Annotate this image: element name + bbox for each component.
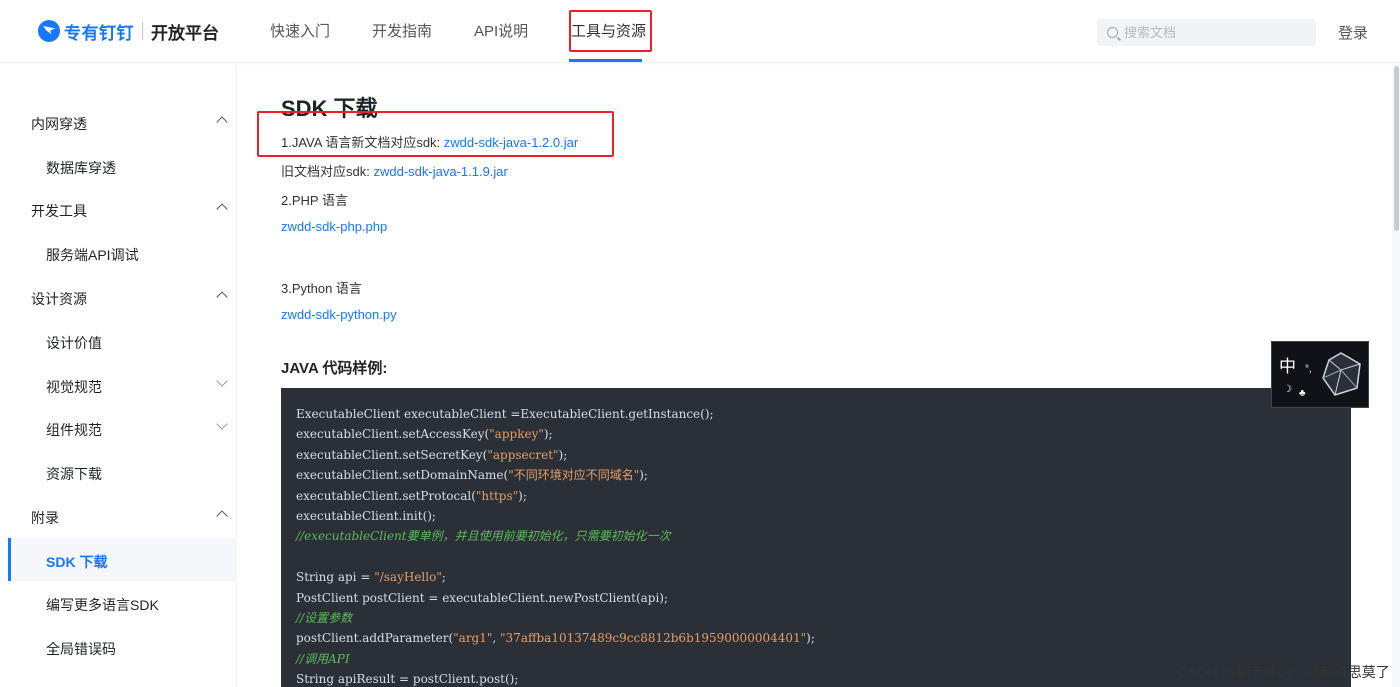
shirt-icon: ♣ [1299, 388, 1306, 399]
gem-skin-icon [1322, 352, 1361, 396]
code-string: "arg1" [453, 631, 493, 646]
code-line: postClient.addParameter("arg1", "37affba… [296, 628, 1336, 648]
brand-logo[interactable]: 专有钉钉 开放平台 [38, 18, 219, 44]
code-text: postClient.addParameter( [296, 631, 454, 646]
annotation-box-tools [569, 10, 652, 52]
top-header: 专有钉钉 开放平台 快速入门 开发指南 API说明 工具与资源 登录 [0, 0, 1400, 63]
dingtalk-logo-icon [38, 20, 60, 42]
code-comment: //executableClient要单例，并且使用前要初始化，只需要初始化一次 [296, 529, 671, 544]
sidebar-group-label: 附录 [31, 510, 59, 526]
chevron-down-icon [216, 418, 228, 430]
code-string: "appkey" [489, 427, 544, 442]
code-text: ); [806, 631, 815, 646]
ime-language-indicator: 中 [1279, 357, 1296, 377]
code-text: executableClient.setProtocal( [296, 488, 476, 503]
code-text: executableClient.setDomainName( [296, 468, 509, 483]
code-text: ); [558, 447, 568, 462]
code-comment: //设置参数 [296, 610, 353, 625]
code-line: ExecutableClient executableClient =Execu… [296, 407, 714, 421]
csdn-watermark: CSDN @郭老师的小迷弟雅思莫了 [1178, 664, 1390, 680]
search-box[interactable] [1097, 19, 1316, 46]
code-string: "https" [475, 488, 519, 503]
brand-name: 专有钉钉 [64, 23, 134, 43]
page-scrollbar-thumb[interactable] [1394, 66, 1399, 231]
search-input[interactable] [1124, 25, 1304, 40]
php-label: 2.PHP 语言 [281, 193, 348, 208]
code-text: String api = [296, 570, 375, 585]
code-sample-heading: JAVA 代码样例: [281, 360, 388, 377]
sidebar-item-visual-spec[interactable]: 视觉规范 [46, 375, 228, 397]
code-text: ); [518, 488, 527, 503]
moon-icon: ☽ [1283, 384, 1292, 395]
search-icon [1107, 27, 1118, 38]
code-string: "37affba10137489c9cc8812b6b1959000000440… [500, 631, 807, 646]
code-line: executableClient.setAccessKey("appkey"); [296, 424, 1336, 444]
chevron-up-icon [216, 510, 228, 522]
code-line: String api = "/sayHello"; [296, 567, 1336, 587]
java-old-sdk-link[interactable]: zwdd-sdk-java-1.1.9.jar [373, 164, 507, 179]
python-sdk-line: zwdd-sdk-python.py [281, 307, 397, 322]
sidebar-item-api-debug[interactable]: 服务端API调试 [46, 245, 226, 265]
code-line: executableClient.setSecretKey("appsecret… [296, 445, 1336, 465]
java-old-sdk-line: 旧文档对应sdk: zwdd-sdk-java-1.1.9.jar [281, 161, 508, 180]
sidebar: 内网穿透 数据库穿透 开发工具 服务端API调试 设计资源 设计价值 视觉规范 … [0, 64, 237, 687]
ime-floating-widget[interactable]: 中 °, ☽ ♣ [1271, 341, 1369, 408]
login-button[interactable]: 登录 [1338, 22, 1368, 43]
code-string: "不同环境对应不同域名" [508, 468, 640, 483]
logo-divider [142, 22, 143, 40]
sidebar-item-more-sdk[interactable]: 编写更多语言SDK [46, 595, 226, 615]
code-text: executableClient.setAccessKey( [296, 427, 490, 442]
python-label: 3.Python 语言 [281, 281, 362, 296]
nav-active-indicator [569, 59, 642, 62]
code-line: executableClient.init(); [296, 508, 436, 523]
code-line: PostClient postClient = executableClient… [296, 590, 669, 605]
sidebar-active-bar [8, 538, 11, 581]
python-sdk-link[interactable]: zwdd-sdk-python.py [281, 307, 397, 322]
chevron-up-icon [216, 116, 228, 128]
sidebar-item-error-codes[interactable]: 全局错误码 [46, 639, 226, 659]
sidebar-item-component-spec[interactable]: 组件规范 [46, 418, 228, 440]
nav-quick-start[interactable]: 快速入门 [270, 0, 330, 63]
sidebar-group-appendix[interactable]: 附录 [31, 508, 228, 528]
sidebar-item-db-tunnel[interactable]: 数据库穿透 [46, 158, 226, 178]
code-text: ); [543, 427, 553, 442]
sidebar-group-devtools[interactable]: 开发工具 [31, 201, 228, 221]
sidebar-item-resource-download[interactable]: 资源下载 [46, 464, 226, 484]
code-text: executableClient.setSecretKey( [296, 447, 488, 462]
code-text: ; [441, 570, 446, 585]
java-old-sdk-label: 旧文档对应sdk: [281, 164, 374, 179]
code-block: ExecutableClient executableClient =Execu… [281, 388, 1351, 687]
annotation-box-sdk [257, 111, 614, 157]
code-text: , [492, 631, 501, 646]
sidebar-group-label: 内网穿透 [31, 116, 87, 132]
sidebar-group-design[interactable]: 设计资源 [31, 289, 228, 309]
code-text: ); [639, 468, 648, 483]
code-line: executableClient.setProtocal("https"); [296, 486, 1336, 506]
sidebar-item-label: 组件规范 [46, 422, 102, 438]
nav-dev-guide[interactable]: 开发指南 [372, 0, 432, 63]
code-string: "appsecret" [487, 447, 559, 462]
sidebar-item-label: 视觉规范 [46, 379, 102, 395]
platform-name: 开放平台 [151, 23, 219, 43]
nav-api-docs[interactable]: API说明 [474, 0, 528, 63]
php-sdk-link[interactable]: zwdd-sdk-php.php [281, 219, 387, 234]
code-string: "/sayHello" [374, 570, 442, 585]
chevron-up-icon [216, 203, 228, 215]
sidebar-item-sdk-download[interactable]: SDK 下载 [46, 552, 226, 572]
php-sdk-line: zwdd-sdk-php.php [281, 219, 387, 234]
code-line: executableClient.setDomainName("不同环境对应不同… [296, 465, 1336, 485]
sidebar-group-label: 设计资源 [31, 291, 87, 307]
punctuation-mode-icon: °, [1305, 364, 1312, 375]
chevron-down-icon [216, 375, 228, 387]
sidebar-group-intranet[interactable]: 内网穿透 [31, 114, 228, 134]
sidebar-item-design-value[interactable]: 设计价值 [46, 333, 226, 353]
chevron-up-icon [216, 291, 228, 303]
sidebar-group-label: 开发工具 [31, 203, 87, 219]
